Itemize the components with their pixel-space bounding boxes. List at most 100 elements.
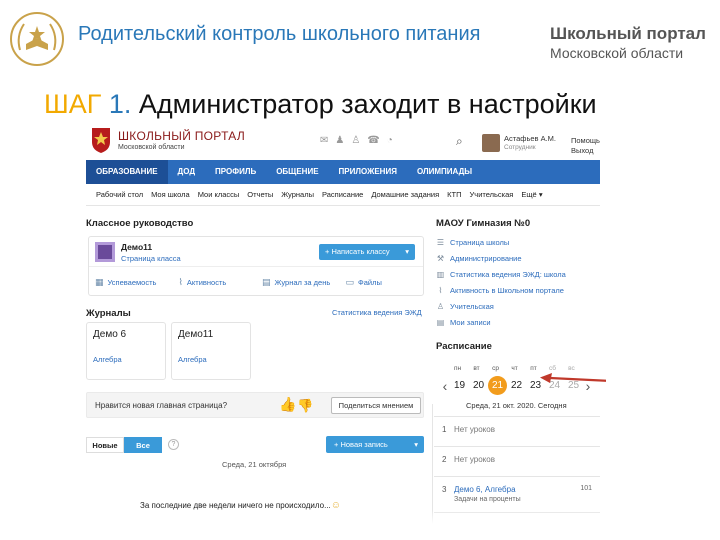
performance-label: Успеваемость — [107, 277, 157, 287]
files-action[interactable]: ▭ Файлы — [340, 277, 424, 288]
daily-journal-action[interactable]: ▤ Журнал за день — [256, 277, 340, 288]
notifications-icon[interactable]: ♟ — [335, 136, 344, 146]
performance-action[interactable]: ▦ Успеваемость — [89, 277, 173, 288]
new-post-button[interactable]: + Новая запись ▾ — [326, 436, 424, 453]
portal-screenshot: ШКОЛЬНЫЙ ПОРТАЛ Московской области ✉ ♟ ♙… — [76, 122, 606, 524]
lesson-number: 2 — [442, 455, 447, 464]
my-notes-link[interactable]: ▤ Мои записи — [436, 318, 491, 327]
chevron-left-icon[interactable]: ‹ — [440, 378, 450, 394]
subnav-item-teachers-room[interactable]: Учительская — [470, 184, 522, 205]
feedback-question: Нравится новая главная страница? — [95, 401, 228, 410]
filter-new-button[interactable]: Новые — [86, 437, 124, 453]
subnav-item-ktp[interactable]: КТП — [447, 184, 469, 205]
header-icons: ✉ ♟ ♙ ☎ ◔ — [320, 136, 393, 146]
school-page-link[interactable]: ☰ Страница школы — [436, 238, 509, 247]
feed-empty-text: За последние две недели ничего не происх… — [140, 501, 331, 510]
subnav-item-reports[interactable]: Отчеты — [247, 184, 281, 205]
divider — [432, 404, 433, 524]
teachers-room-link[interactable]: ♙ Учительская — [436, 302, 494, 311]
nav-item-dod[interactable]: ДОД — [168, 160, 206, 184]
school-ezhd-stats-link[interactable]: ▥ Статистика ведения ЭЖД: школа — [436, 270, 566, 279]
journal-name: Демо 6 — [93, 329, 127, 340]
user-icon[interactable]: ♙ — [351, 136, 360, 146]
filter-all-button[interactable]: Все — [124, 437, 162, 453]
user-name: Астафьев А.М. — [504, 134, 557, 143]
journal-card[interactable]: Демо11 Алгебра — [171, 322, 251, 380]
daily-journal-label: Журнал за день — [274, 277, 331, 287]
history-icon[interactable]: ◔ — [387, 136, 393, 146]
user-menu[interactable]: Астафьев А.М. Сотрудник — [504, 134, 556, 152]
step-word: ШАГ — [44, 89, 102, 119]
lesson-number: 1 — [442, 425, 447, 434]
nav-item-profile[interactable]: ПРОФИЛЬ — [205, 160, 266, 184]
school-ezhd-stats-label: Статистика ведения ЭЖД: школа — [450, 270, 566, 279]
journal-subject: Алгебра — [178, 355, 207, 364]
messages-icon[interactable]: ✉ — [320, 136, 328, 146]
notes-icon: ▤ — [436, 318, 445, 327]
avatar[interactable] — [482, 134, 500, 152]
nav-item-apps[interactable]: ПРИЛОЖЕНИЯ — [329, 160, 407, 184]
thumbs-up-icon[interactable]: 👍 — [279, 396, 296, 413]
site-name[interactable]: ШКОЛЬНЫЙ ПОРТАЛ Московской области — [118, 130, 245, 152]
person-icon: ♙ — [436, 302, 445, 311]
search-icon[interactable]: ⌕ — [456, 134, 463, 149]
step-heading: ШАГ 1. Администратор заходит в настройки — [44, 88, 597, 120]
lesson-room: 101 — [580, 485, 592, 492]
lesson-row: 1 Нет уроков — [434, 416, 600, 446]
thumbs-down-icon[interactable]: 👎 — [297, 398, 313, 414]
class-page-link[interactable]: Страница класса — [121, 254, 181, 263]
annotation-arrow-icon — [540, 373, 606, 383]
schedule-date: Среда, 21 окт. 2020. Сегодня — [466, 401, 567, 410]
weekday: ср — [492, 365, 499, 372]
moscow-region-emblem-icon — [92, 128, 110, 153]
journals-title: Журналы — [86, 308, 131, 319]
write-class-label: Написать классу — [331, 247, 390, 256]
subnav-item-desktop[interactable]: Рабочий стол — [96, 184, 151, 205]
portal-activity-link[interactable]: ⌇ Активность в Школьном портале — [436, 286, 564, 295]
school-title: МАОУ Гимназия №0 — [436, 218, 531, 229]
journal-icon: ▤ — [262, 276, 271, 287]
lesson-number: 3 — [442, 485, 447, 494]
nav-item-communication[interactable]: ОБЩЕНИЕ — [266, 160, 328, 184]
lesson-text: Нет уроков — [454, 425, 495, 434]
sub-nav: Рабочий стол Моя школа Мои классы Отчеты… — [86, 184, 600, 206]
journal-card[interactable]: Демо 6 Алгебра — [86, 322, 166, 380]
subnav-item-my-classes[interactable]: Мои классы — [198, 184, 248, 205]
main-nav: ОБРАЗОВАНИЕ ДОД ПРОФИЛЬ ОБЩЕНИЕ ПРИЛОЖЕН… — [86, 160, 600, 184]
activity-action[interactable]: ⌇ Активность — [173, 277, 257, 288]
write-class-button[interactable]: + Написать классу ▾ — [319, 244, 415, 260]
portal-activity-label: Активность в Школьном портале — [450, 286, 564, 295]
schedule-day[interactable]: 20 — [469, 376, 488, 395]
subnav-item-homework[interactable]: Домашние задания — [371, 184, 447, 205]
teachers-room-label: Учительская — [450, 302, 494, 311]
subnav-item-schedule[interactable]: Расписание — [322, 184, 371, 205]
class-name: Демо11 — [121, 242, 153, 252]
administration-label: Администрирование — [450, 254, 522, 263]
subnav-item-journals[interactable]: Журналы — [281, 184, 322, 205]
logout-link[interactable]: Выход — [571, 146, 600, 156]
schedule-day-today[interactable]: 21 — [488, 376, 507, 395]
administration-link[interactable]: ⚒ Администрирование — [436, 254, 522, 263]
nav-item-olympiads[interactable]: ОЛИМПИАДЫ — [407, 160, 482, 184]
class-card-header: Демо11 Страница класса + Написать классу… — [89, 237, 423, 267]
files-label: Файлы — [358, 277, 382, 287]
help-link[interactable]: Помощь — [571, 136, 600, 146]
schedule-day[interactable]: 19 — [450, 376, 469, 395]
lesson-text[interactable]: Демо 6, Алгебра — [454, 485, 516, 494]
help-icon[interactable]: ? — [168, 439, 179, 450]
brand-line-1: Школьный портал — [550, 24, 706, 43]
chevron-down-icon: ▾ — [405, 247, 409, 256]
schedule-day[interactable]: 22 — [507, 376, 526, 395]
activity-label: Активность — [186, 277, 227, 287]
subnav-item-more[interactable]: Ещё ▾ — [521, 184, 550, 205]
lesson-row[interactable]: 3 Демо 6, Алгебра Задачи на проценты 101 — [434, 476, 600, 512]
nav-item-education[interactable]: ОБРАЗОВАНИЕ — [86, 160, 168, 184]
share-opinion-button[interactable]: Поделиться мнением — [331, 397, 421, 414]
feed-filter: Новые Все — [86, 437, 162, 453]
feed-date: Среда, 21 октября — [222, 460, 287, 469]
contacts-icon[interactable]: ☎ — [367, 136, 379, 146]
ezhd-stats-link[interactable]: Статистика ведения ЭЖД — [332, 308, 422, 317]
class-card: Демо11 Страница класса + Написать классу… — [88, 236, 424, 296]
weekday: чт — [511, 365, 518, 372]
subnav-item-my-school[interactable]: Моя школа — [151, 184, 198, 205]
